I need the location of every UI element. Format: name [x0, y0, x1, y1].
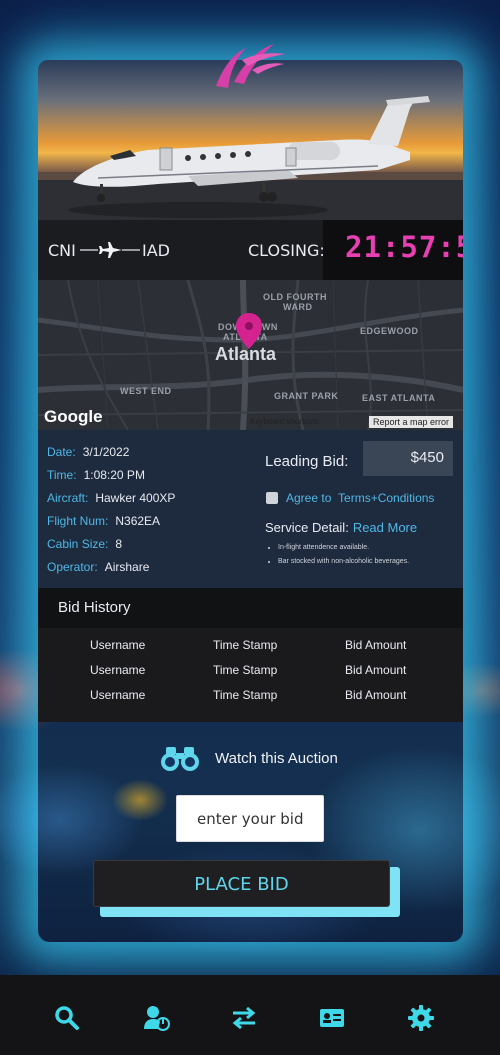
- leading-bid-value: $450: [410, 449, 444, 466]
- agree-label: Agree to: [286, 491, 332, 505]
- keyboard-shortcuts-link[interactable]: Keyboard shortcuts: [250, 417, 319, 426]
- origin-code: CNI: [48, 241, 76, 260]
- cell-username: Username: [90, 663, 146, 677]
- search-icon[interactable]: [54, 1005, 80, 1031]
- destination-code: IAD: [142, 241, 170, 260]
- cell-bid-amount: Bid Amount: [345, 688, 407, 702]
- bid-input[interactable]: [176, 795, 324, 842]
- brand-logo: [216, 44, 286, 88]
- cell-timestamp: Time Stamp: [213, 663, 278, 677]
- map-label-east-atlanta: EAST ATLANTA: [362, 393, 436, 403]
- bid-history-header: Bid History: [38, 588, 463, 628]
- detail-cabin-size: Cabin Size: 8: [47, 537, 123, 551]
- detail-date: Date: 3/1/2022: [47, 445, 130, 459]
- gear-icon[interactable]: [408, 1005, 434, 1031]
- service-detail-label: Service Detail:: [265, 520, 349, 535]
- map-label-ward: WARD: [283, 302, 313, 312]
- cell-bid-amount: Bid Amount: [345, 638, 407, 652]
- agree-terms: Agree to Terms+Conditions: [266, 491, 434, 505]
- airplane-route-icon: [80, 242, 140, 258]
- service-list: In-flight attendence available. Bar stoc…: [278, 544, 409, 572]
- service-item: Bar stocked with non-alcoholic beverages…: [278, 558, 409, 565]
- binoculars-icon[interactable]: [160, 746, 200, 772]
- map-label-edgewood: EDGEWOOD: [360, 326, 419, 336]
- detail-operator: Operator: Airshare: [47, 560, 150, 574]
- user-power-icon[interactable]: [144, 1005, 170, 1031]
- bid-history-title: Bid History: [58, 599, 131, 616]
- auction-card: CNI IAD CLOSING: 21:57:57 OLD: [38, 60, 463, 942]
- google-logo: Google: [44, 407, 103, 426]
- read-more-link[interactable]: Read More: [353, 520, 417, 535]
- bottom-nav: [0, 975, 500, 1055]
- service-detail: Service Detail: Read More: [265, 520, 417, 535]
- countdown-timer: 21:57:57: [345, 230, 463, 264]
- cell-bid-amount: Bid Amount: [345, 663, 407, 677]
- detail-time: Time: 1:08:20 PM: [47, 468, 145, 482]
- route-bar: CNI IAD CLOSING: 21:57:57: [38, 220, 463, 280]
- terms-link[interactable]: Terms+Conditions: [338, 491, 434, 505]
- closing-label: CLOSING:: [248, 241, 325, 260]
- map-label-grant-park: GRANT PARK: [274, 391, 339, 401]
- flight-details: Date: 3/1/2022 Time: 1:08:20 PM Aircraft: H…: [38, 430, 463, 588]
- detail-aircraft: Aircraft: Hawker 400XP: [47, 491, 176, 505]
- swap-arrows-icon[interactable]: [231, 1005, 257, 1031]
- map-label-old-fourth: OLD FOURTH: [263, 292, 327, 302]
- cell-username: Username: [90, 688, 146, 702]
- agree-checkbox[interactable]: [266, 492, 278, 504]
- id-card-icon[interactable]: [319, 1005, 345, 1031]
- map-pin-icon[interactable]: [235, 312, 263, 350]
- map[interactable]: OLD FOURTH WARD DOWNTOWN ATLANTA EDGEWOO…: [38, 280, 463, 430]
- table-row: Username Time Stamp Bid Amount: [38, 638, 463, 658]
- watch-auction-label[interactable]: Watch this Auction: [215, 750, 338, 767]
- table-row: Username Time Stamp Bid Amount: [38, 663, 463, 683]
- cell-timestamp: Time Stamp: [213, 688, 278, 702]
- cell-timestamp: Time Stamp: [213, 638, 278, 652]
- place-bid-button[interactable]: PLACE BID: [93, 860, 390, 907]
- countdown-box: 21:57:57: [323, 220, 463, 280]
- bid-history-table: Username Time Stamp Bid Amount Username …: [38, 628, 463, 722]
- leading-bid-label: Leading Bid:: [265, 453, 349, 470]
- cell-username: Username: [90, 638, 146, 652]
- report-map-error-link[interactable]: Report a map error: [369, 416, 454, 428]
- detail-flight-num: Flight Num: N362EA: [47, 514, 161, 528]
- leading-bid-box: $450: [363, 441, 453, 476]
- map-label-west-end: WEST END: [120, 386, 172, 396]
- table-row: Username Time Stamp Bid Amount: [38, 688, 463, 708]
- service-item: In-flight attendence available.: [278, 544, 409, 551]
